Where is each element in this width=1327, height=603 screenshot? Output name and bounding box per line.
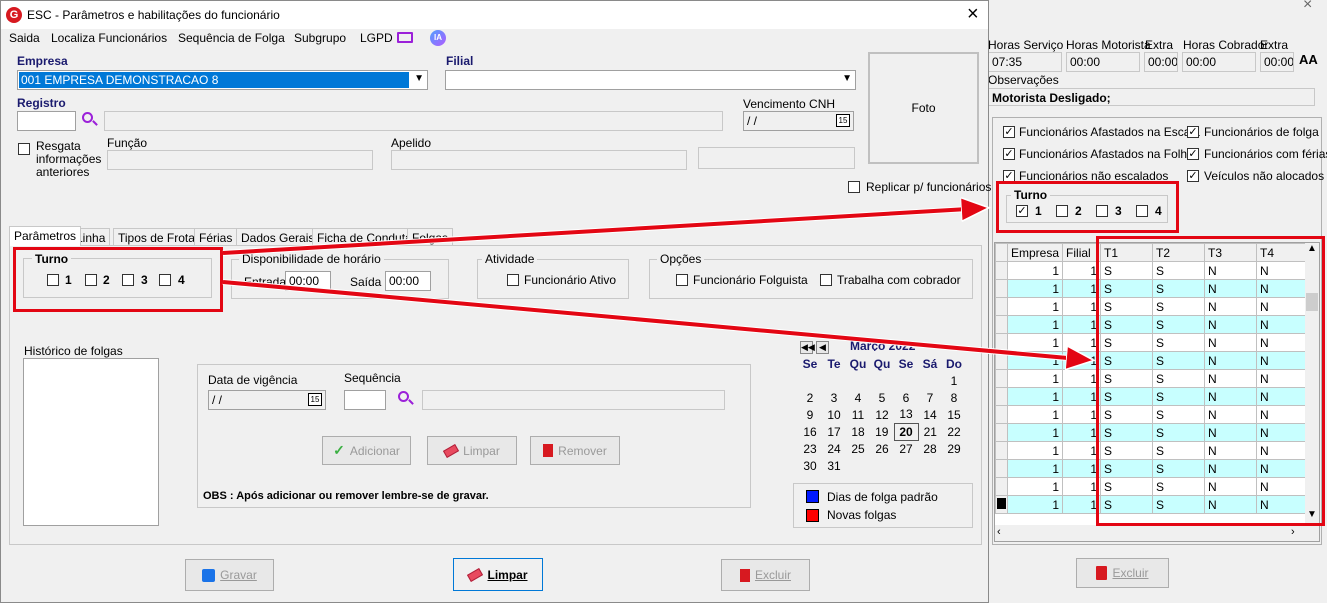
arrow-to-back-turno-red (222, 208, 985, 255)
arrow-to-grid-red (222, 280, 1090, 360)
annotation-arrows (222, 0, 1327, 603)
tab-parametros[interactable]: Parâmetros (9, 226, 82, 246)
